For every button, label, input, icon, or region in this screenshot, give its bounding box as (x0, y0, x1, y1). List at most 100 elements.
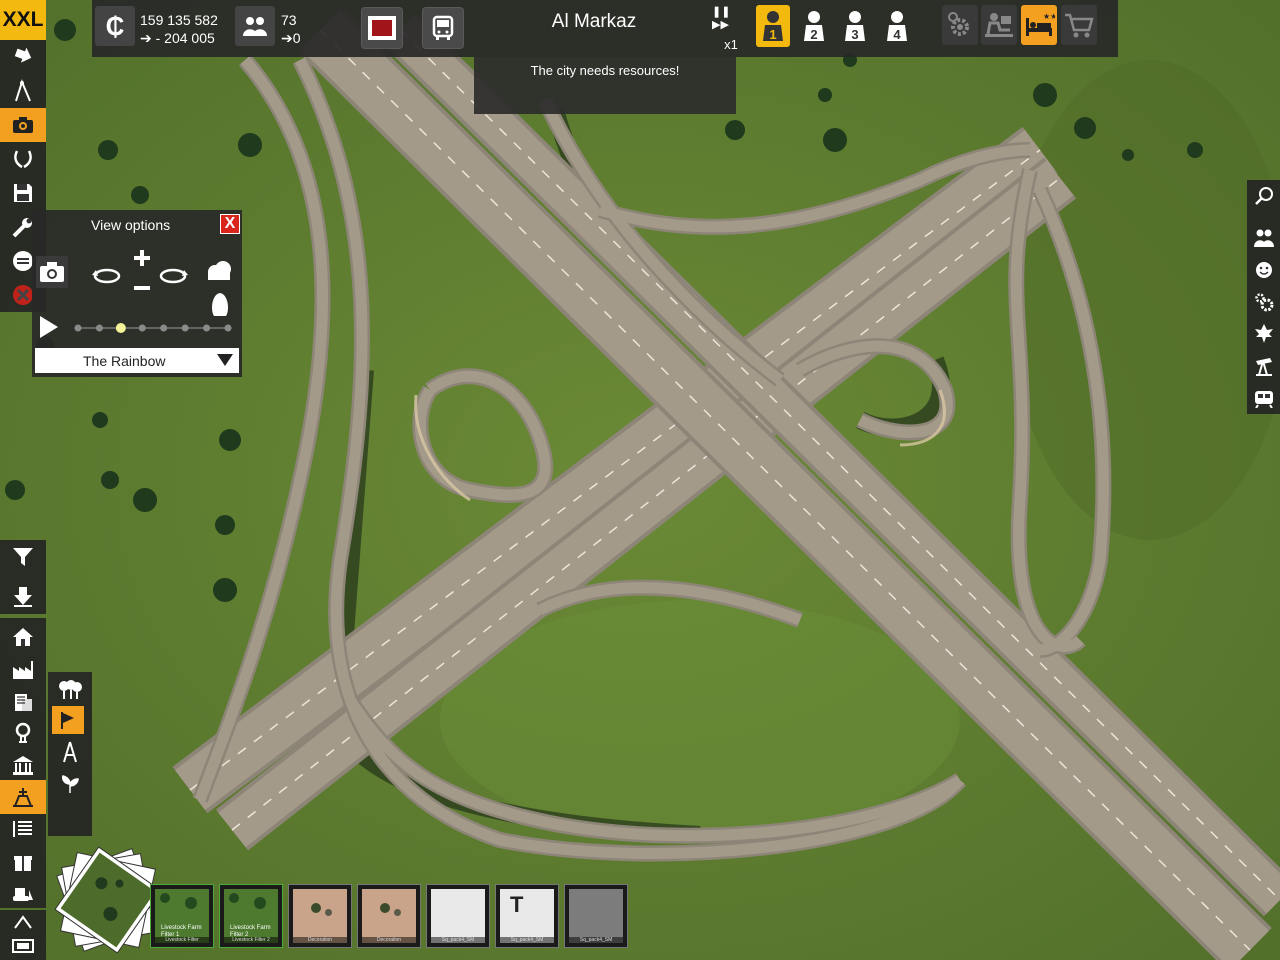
plant-button[interactable] (48, 768, 92, 800)
skybox-dropdown[interactable]: The Rainbow (35, 348, 239, 373)
slider-step[interactable] (160, 324, 168, 332)
play-icon (40, 316, 58, 338)
cart-icon (1065, 13, 1094, 38)
tower-button[interactable] (48, 736, 92, 768)
citizens-button[interactable] (1247, 222, 1280, 254)
hotel-button[interactable]: ★★ (1021, 5, 1057, 45)
resources-button[interactable] (1247, 350, 1280, 382)
city-map-viewport[interactable] (0, 0, 1280, 960)
asset-preview: Livestock Farm Filter 2 Livestock Filter … (224, 889, 278, 943)
asset-thumbnail[interactable]: Sq_pack4_SM (426, 884, 490, 948)
asset-preview: Decoration (293, 889, 347, 943)
settings-button[interactable] (942, 5, 978, 45)
transport-button[interactable] (422, 7, 464, 49)
slider-step[interactable] (95, 324, 103, 332)
asset-title: T (510, 892, 524, 917)
road-tool-button[interactable] (0, 74, 46, 108)
slider-step[interactable] (74, 324, 82, 332)
player-2-button[interactable]: 2 (797, 5, 831, 47)
download-button[interactable] (0, 580, 46, 614)
trees-icon (59, 680, 82, 699)
asset-thumbnail[interactable]: Decoration (288, 884, 352, 948)
player-3-icon: 3 (845, 11, 865, 42)
bulldozer-icon (13, 888, 33, 901)
asset-caption: Sq_pack4_SM (569, 937, 623, 943)
population-change: ➔0 (281, 29, 301, 46)
stop-button[interactable] (361, 7, 403, 49)
population-icon (235, 6, 275, 46)
pause-fast-forward-icon[interactable]: ❚❚ ▶▶ (712, 5, 750, 31)
asset-thumbnail[interactable]: Sq_pack4_SM (564, 884, 628, 948)
city-name[interactable]: Al Markaz (532, 10, 656, 34)
view-mode-button[interactable] (206, 290, 234, 323)
nature-button[interactable] (1247, 318, 1280, 350)
services-button[interactable] (0, 716, 46, 750)
achievements-button[interactable] (0, 142, 46, 176)
stop-icon (368, 16, 396, 40)
landmark-button[interactable] (0, 780, 46, 814)
filter-button[interactable] (0, 540, 46, 574)
view-options-close-button[interactable]: X (220, 214, 240, 234)
plant-icon (62, 775, 79, 793)
asset-thumbnail[interactable]: Livestock Farm Filter 2 Livestock Filter … (219, 884, 283, 948)
view-options-panel: View options X The Rainbow (32, 210, 242, 377)
asset-caption: Livestock Filter (155, 937, 209, 943)
happiness-button[interactable] (1247, 254, 1280, 286)
slider-step[interactable] (224, 324, 232, 332)
industry-button[interactable] (0, 652, 46, 686)
transport-stats-button[interactable] (1247, 382, 1280, 414)
oil-pump-icon (1255, 358, 1272, 376)
terrain-button[interactable] (0, 910, 46, 934)
trees-button[interactable] (48, 674, 92, 706)
population-value: 73 (281, 11, 297, 28)
shop-button[interactable] (1061, 5, 1097, 45)
office-button[interactable] (981, 5, 1017, 45)
game-speed-control[interactable]: ❚❚ ▶▶ x1 (712, 0, 750, 57)
camera-button[interactable] (0, 108, 46, 142)
zoom-in-button[interactable] (130, 246, 154, 270)
gears-icon (1254, 293, 1273, 312)
asset-thumbnail[interactable]: Livestock Farm Filter 1 Livestock Filter (150, 884, 214, 948)
flag-button[interactable] (52, 706, 84, 734)
timelapse-play-button[interactable] (38, 314, 60, 345)
screenshot-button[interactable] (36, 256, 68, 288)
player-4-button[interactable]: 4 (880, 5, 914, 47)
commercial-button[interactable] (0, 684, 46, 718)
weather-button[interactable] (204, 256, 234, 291)
highway-interchange-map (0, 0, 1280, 960)
svg-text:1: 1 (769, 27, 776, 42)
svg-text:2: 2 (810, 27, 817, 42)
slider-step[interactable] (203, 324, 211, 332)
residential-button[interactable] (0, 620, 46, 654)
rotate-right-button[interactable] (158, 262, 188, 291)
civic-icon (13, 756, 33, 775)
film-button[interactable] (0, 934, 46, 958)
slider-step[interactable] (138, 324, 146, 332)
office-icon (15, 694, 32, 711)
save-button[interactable] (0, 176, 46, 210)
move-button[interactable] (0, 40, 46, 74)
asset-thumbnail[interactable]: T Sq_pack4_SM (495, 884, 559, 948)
grass-patch (1010, 60, 1280, 540)
player-1-button[interactable]: 1 (756, 5, 790, 47)
gift-button[interactable] (0, 844, 46, 878)
zoom-out-button[interactable] (130, 276, 154, 300)
minus-icon (134, 286, 150, 290)
asset-thumbnail[interactable]: Decoration (357, 884, 421, 948)
slider-step[interactable] (181, 324, 189, 332)
rotate-right-icon (159, 268, 188, 284)
train-icon (1254, 391, 1273, 408)
player-1-icon: 1 (763, 11, 783, 42)
slider-handle[interactable] (115, 323, 126, 333)
notification-panel[interactable]: The city needs resources! (474, 57, 736, 114)
civic-button[interactable] (0, 748, 46, 782)
industry-stats-button[interactable] (1247, 286, 1280, 318)
time-of-day-slider[interactable] (74, 320, 232, 336)
search-button[interactable] (1247, 180, 1280, 212)
asset-preview: T Sq_pack4_SM (500, 889, 554, 943)
player-3-button[interactable]: 3 (838, 5, 872, 47)
list-button[interactable] (0, 812, 46, 846)
rotate-left-button[interactable] (92, 262, 122, 291)
bulldozer-button[interactable] (0, 876, 46, 910)
xxl-logo-button[interactable]: XXL (0, 0, 46, 40)
